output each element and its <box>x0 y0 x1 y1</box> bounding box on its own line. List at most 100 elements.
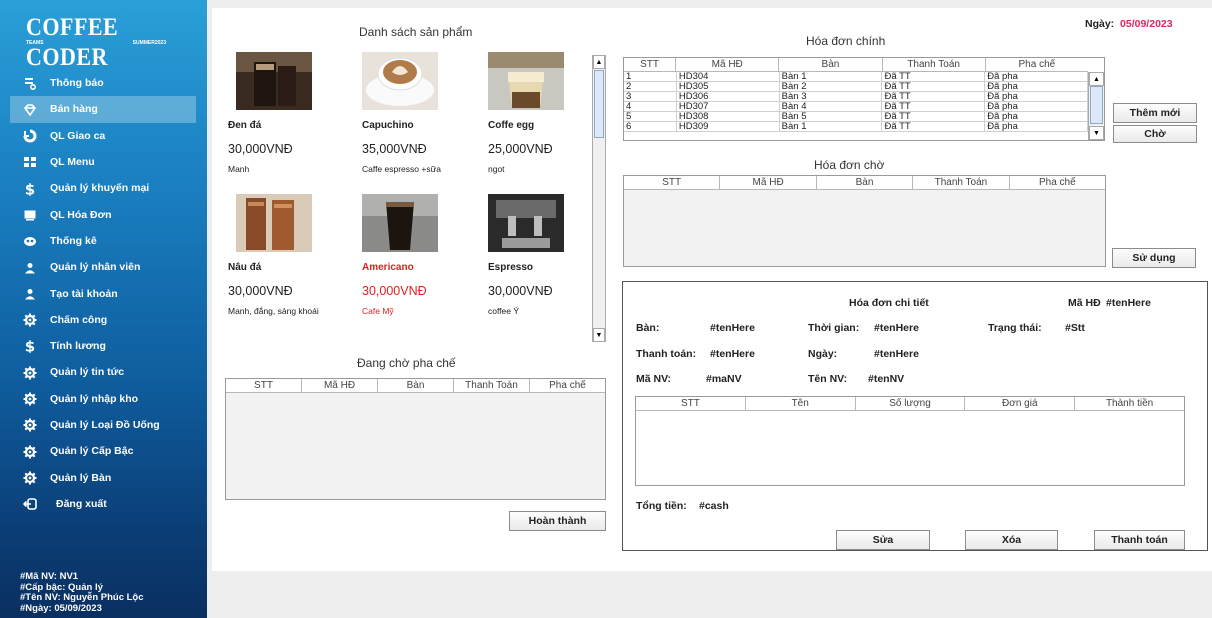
pay-button[interactable]: Thanh toán <box>1094 530 1185 550</box>
detail-items-table[interactable]: STT Tên Số lượng Đơn giá Thành tiền <box>635 396 1185 486</box>
table-row[interactable]: 5 HD308 Bàn 5 Đã TT Đã pha <box>624 112 1089 122</box>
col-ban[interactable]: Bàn <box>378 379 454 392</box>
product-scrollbar[interactable]: ▲ ▼ <box>592 55 606 342</box>
gear-icon <box>10 470 50 485</box>
sidebar-item[interactable]: $ Tính lương <box>10 333 196 359</box>
wait-button[interactable]: Chờ <box>1113 125 1197 143</box>
col-stt[interactable]: STT <box>226 379 302 392</box>
table-row[interactable]: 6 HD309 Bàn 1 Đã TT Đã pha <box>624 122 1089 132</box>
sidebar-item[interactable]: Thông báo <box>10 70 196 96</box>
col-ban[interactable]: Bàn <box>817 176 914 189</box>
col-ban[interactable]: Bàn <box>779 58 883 71</box>
sidebar-item[interactable]: Quản lý nhân viên <box>10 254 196 280</box>
table-header: STT Mã HĐ Bàn Thanh Toán Pha chế <box>226 379 605 393</box>
scroll-thumb[interactable] <box>1090 86 1103 124</box>
col-stt[interactable]: STT <box>624 176 721 189</box>
table-cell: Đã TT <box>882 92 986 101</box>
use-button[interactable]: Sử dụng <box>1112 248 1196 268</box>
sidebar-item[interactable]: Tạo tài khoản <box>10 280 196 306</box>
sidebar-item[interactable]: Quản lý nhập kho <box>10 386 196 412</box>
col-don-gia[interactable]: Đơn giá <box>965 397 1076 410</box>
col-stt[interactable]: STT <box>636 397 746 410</box>
product-card[interactable]: Capuchino 35,000VNĐ Caffe espresso +sữa <box>362 52 482 174</box>
col-stt[interactable]: STT <box>624 58 677 71</box>
col-pha-che[interactable]: Pha chế <box>530 379 605 392</box>
user-name: #Tên NV: Nguyễn Phúc Lộc <box>20 592 144 603</box>
col-thanh-toan[interactable]: Thanh Toán <box>883 58 986 71</box>
table-row[interactable]: 1 HD304 Bàn 1 Đã TT Đã pha <box>624 72 1089 82</box>
table-cell: 5 <box>624 112 677 121</box>
sidebar-item-label: Thông báo <box>50 77 104 90</box>
sidebar-item[interactable]: Thống kê <box>10 228 196 254</box>
main-panel: Danh sách sản phẩm Đen đá 30,000VNĐ Manh Ca… <box>212 8 1212 571</box>
table-cell: 6 <box>624 122 677 131</box>
main-invoice-scrollbar[interactable]: ▲ ▼ <box>1088 72 1104 140</box>
edit-button[interactable]: Sửa <box>836 530 930 550</box>
col-ma-hd[interactable]: Mã HĐ <box>302 379 378 392</box>
table-body: 1 HD304 Bàn 1 Đã TT Đã pha 2 HD305 Bàn 2 Đã TT Đã… <box>624 72 1089 140</box>
sidebar-item[interactable]: Chấm công <box>10 307 196 333</box>
sidebar-item-label: Quản lý tin tức <box>50 366 125 379</box>
product-card[interactable]: Espresso 30,000VNĐ coffee Ý <box>488 194 588 316</box>
table-row[interactable]: 3 HD306 Bàn 3 Đã TT Đã pha <box>624 92 1089 102</box>
americano-image[interactable] <box>362 194 438 252</box>
sidebar-item-label: QL Hóa Đơn <box>50 208 112 221</box>
table-row[interactable]: 4 HD307 Bàn 4 Đã TT Đã pha <box>624 102 1089 112</box>
col-ma-hd[interactable]: Mã HĐ <box>720 176 817 189</box>
sidebar-item[interactable]: QL Hóa Đơn <box>10 201 196 227</box>
cappuccino-image[interactable] <box>362 52 438 110</box>
product-card[interactable]: Nâu đá 30,000VNĐ Manh, đắng, sảng khoái <box>228 194 348 316</box>
product-description: ngot <box>488 164 505 174</box>
main-invoice-table[interactable]: STT Mã HĐ Bàn Thanh Toán Pha chế 1 HD304 B… <box>623 57 1105 141</box>
sidebar-item[interactable]: Đăng xuất <box>10 491 196 517</box>
col-thanh-tien[interactable]: Thành tiền <box>1075 397 1184 410</box>
scroll-down-icon[interactable]: ▼ <box>593 328 605 342</box>
scroll-up-icon[interactable]: ▲ <box>593 55 605 69</box>
col-ma-hd[interactable]: Mã HĐ <box>676 58 780 71</box>
col-ten[interactable]: Tên <box>746 397 856 410</box>
sidebar-item[interactable]: Quản lý tin tức <box>10 359 196 385</box>
product-card[interactable]: Đen đá 30,000VNĐ Manh <box>228 52 348 174</box>
detail-total-value: #cash <box>699 500 729 512</box>
sidebar-item[interactable]: Quản lý Bàn <box>10 464 196 490</box>
table-cell: 4 <box>624 102 677 111</box>
sidebar-item[interactable]: $ Quản lý khuyến mại <box>10 175 196 201</box>
espresso-image[interactable] <box>488 194 564 252</box>
new-invoice-button[interactable]: Thêm mới <box>1113 103 1197 123</box>
table-row[interactable]: 2 HD305 Bàn 2 Đã TT Đã pha <box>624 82 1089 92</box>
scroll-up-icon[interactable]: ▲ <box>1089 72 1104 86</box>
sidebar-item[interactable]: Quản lý Cấp Bậc <box>10 438 196 464</box>
invoice-detail-panel: Hóa đơn chi tiết Mã HĐ #tenHere Bàn: #te… <box>622 281 1208 551</box>
scroll-down-icon[interactable]: ▼ <box>1089 126 1104 140</box>
detail-time-label: Thời gian: <box>808 322 860 334</box>
col-thanh-toan[interactable]: Thanh Toán <box>454 379 530 392</box>
done-button[interactable]: Hoàn thành <box>509 511 606 531</box>
egg-coffee-image[interactable] <box>488 52 564 110</box>
sidebar-item[interactable]: QL Giao ca <box>10 123 196 149</box>
statistics-icon <box>10 234 50 249</box>
waiting-prep-table[interactable]: STT Mã HĐ Bàn Thanh Toán Pha chế <box>225 378 606 500</box>
col-pha-che[interactable]: Pha chế <box>1010 176 1105 189</box>
sidebar-item[interactable]: Quản lý Loại Đồ Uống <box>10 412 196 438</box>
product-name: Đen đá <box>228 120 262 131</box>
gear-icon <box>10 365 50 380</box>
iced-black-coffee-image[interactable] <box>236 52 312 110</box>
detail-ban-label: Bàn: <box>636 322 660 334</box>
logout-icon <box>10 497 50 512</box>
col-pha-che[interactable]: Pha chế <box>986 58 1088 71</box>
waiting-invoice-table[interactable]: STT Mã HĐ Bàn Thanh Toán Pha chế <box>623 175 1106 267</box>
scroll-thumb[interactable] <box>594 70 604 138</box>
table-header: STT Mã HĐ Bàn Thanh Toán Pha chế <box>624 176 1105 190</box>
col-thanh-toan[interactable]: Thanh Toán <box>913 176 1010 189</box>
delete-button[interactable]: Xóa <box>965 530 1058 550</box>
product-card[interactable]: Americano 30,000VNĐ Cafe Mỹ <box>362 194 482 316</box>
sidebar-item[interactable]: QL Menu <box>10 149 196 175</box>
iced-milk-coffee-image[interactable] <box>236 194 312 252</box>
col-so-luong[interactable]: Số lượng <box>856 397 966 410</box>
product-card[interactable]: Coffe egg 25,000VNĐ ngot <box>488 52 588 174</box>
sidebar-item-label: Quản lý nhân viên <box>50 261 141 274</box>
table-cell: Đã pha <box>985 102 1089 111</box>
detail-date-label: Ngày: <box>808 348 838 360</box>
waiting-invoice-title: Hóa đơn chờ <box>814 158 885 172</box>
sidebar-item[interactable]: Bán hàng <box>10 96 196 123</box>
